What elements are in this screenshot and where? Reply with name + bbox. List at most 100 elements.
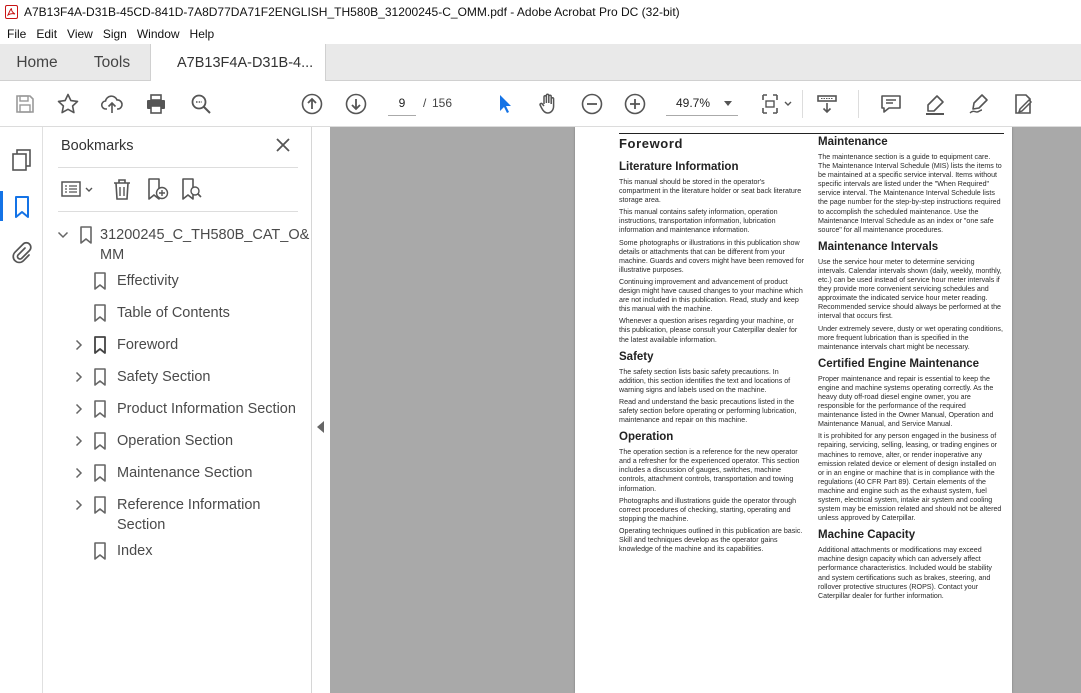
star-icon[interactable] [56,92,80,116]
bookmark-label: Maintenance Section [117,465,253,481]
section-heading: Safety [619,350,654,363]
collapse-arrow-icon [317,421,324,433]
bookmark-label: Reference Information [117,497,261,513]
chevron-right-icon[interactable] [73,371,85,383]
hand-tool-icon[interactable] [536,92,560,116]
page-down-icon[interactable] [344,92,368,116]
bookmark-item-product-information[interactable]: Product Information Section [43,397,312,425]
page-fit-icon[interactable] [760,92,794,116]
section-heading: Maintenance Intervals [818,240,939,253]
bookmark-label: Effectivity [117,273,179,289]
chevron-right-icon[interactable] [73,435,85,447]
navigation-rail [0,127,43,693]
page-rule [619,133,1004,134]
tab-bar: Home Tools A7B13F4A-D31B-4... [0,44,1081,82]
bookmark-label-line2: MM [100,247,125,263]
bookmark-item-reference-information[interactable]: Reference Information Section [43,493,312,539]
comment-icon[interactable] [879,92,903,116]
menu-view[interactable]: View [64,27,99,41]
chevron-right-icon[interactable] [73,499,85,511]
menu-sign[interactable]: Sign [100,27,133,41]
panel-collapse-handle[interactable] [312,127,330,693]
bookmarks-panel-icon[interactable] [9,194,35,220]
tab-document[interactable]: A7B13F4A-D31B-4... [150,44,326,82]
paragraph: Continuing improvement and advancement o… [619,277,803,314]
section-heading: Certified Engine Maintenance [818,357,980,370]
bookmark-item-maintenance-section[interactable]: Maintenance Section [43,461,312,489]
menu-help[interactable]: Help [187,27,221,41]
left-column: Foreword Literature Information This man… [619,136,805,557]
zoom-search-icon[interactable] [189,92,213,116]
paragraph: Some photographs or illustrations in thi… [619,238,804,274]
menu-edit[interactable]: Edit [33,27,63,41]
menu-bar: File Edit View Sign Window Help [0,24,1081,44]
document-viewer[interactable]: Foreword Literature Information This man… [330,127,1081,693]
page-title: Foreword [619,136,684,151]
paragraph: Operating techniques outlined in this pu… [619,526,803,554]
panel-divider [58,167,298,168]
paragraph: The safety section lists basic safety pr… [619,367,791,394]
chevron-right-icon[interactable] [73,403,85,415]
scroll-mode-icon[interactable] [815,92,839,116]
bookmark-label: Product Information Section [117,401,296,417]
bookmark-item-root[interactable]: 31200245_C_TH580B_CAT_O& MM [43,223,312,267]
bookmark-label: 31200245_C_TH580B_CAT_O& [100,227,310,243]
tab-home[interactable]: Home [0,44,74,81]
draw-sign-icon[interactable] [967,92,991,116]
toolbar-separator [802,90,803,118]
bookmarks-panel: Bookmarks 31200245_C_TH580B_CAT_O& MM Ef… [43,127,312,693]
section-heading: Machine Capacity [818,529,916,542]
close-icon[interactable] [275,137,291,153]
page-thumbnails-icon[interactable] [9,147,35,173]
section-heading: Operation [619,431,674,444]
chevron-right-icon[interactable] [73,467,85,479]
chevron-right-icon[interactable] [73,339,85,351]
bookmark-item-effectivity[interactable]: Effectivity [43,269,312,297]
bookmark-item-foreword[interactable]: Foreword [43,333,312,361]
share-upload-icon[interactable] [100,92,124,116]
bookmark-item-safety-section[interactable]: Safety Section [43,365,312,393]
paragraph: Use the service hour meter to determine … [818,257,1002,321]
panel-title: Bookmarks [61,138,134,154]
bookmark-icon [94,400,106,418]
zoom-out-icon[interactable] [580,92,604,116]
paragraph: It is prohibited for any person engaged … [818,432,1002,523]
paragraph: Photographs and illustrations guide the … [619,496,797,523]
paragraph: This manual contains safety information,… [619,208,778,235]
find-bookmark-icon[interactable] [179,176,203,202]
paragraph: The operation section is a reference for… [619,448,800,493]
toolbar: 9 / 156 49.7% [0,81,1081,127]
title-bar: A7B13F4A-D31B-45CD-841D-7A8D77DA71F2ENGL… [0,0,1081,24]
paragraph: Read and understand the basic precaution… [619,397,797,425]
bookmark-icon [94,304,106,322]
menu-window[interactable]: Window [134,27,186,41]
bookmark-item-index[interactable]: Index [43,539,312,567]
new-bookmark-icon[interactable] [145,176,169,202]
window-title: A7B13F4A-D31B-45CD-841D-7A8D77DA71F2ENGL… [24,5,680,19]
select-cursor-icon[interactable] [493,92,517,116]
chevron-down-icon[interactable] [57,229,69,241]
print-icon[interactable] [144,92,168,116]
delete-trash-icon[interactable] [110,176,134,202]
save-icon[interactable] [13,92,37,116]
bookmark-item-operation-section[interactable]: Operation Section [43,429,312,457]
menu-file[interactable]: File [4,27,32,41]
panel-divider [58,211,298,212]
bookmark-item-table-of-contents[interactable]: Table of Contents [43,301,312,329]
tab-tools[interactable]: Tools [74,44,150,81]
active-indicator [0,191,3,221]
zoom-in-icon[interactable] [623,92,647,116]
attachments-paperclip-icon[interactable] [9,240,35,266]
fill-sign-icon[interactable] [1011,92,1035,116]
pdf-page: Foreword Literature Information This man… [575,127,1012,693]
bookmark-label: Foreword [117,337,179,353]
options-menu-icon[interactable] [61,176,97,202]
right-column: Maintenance The maintenance section is a… [818,136,1004,604]
page-number-input[interactable]: 9 [388,92,416,116]
page-up-icon[interactable] [300,92,324,116]
bookmark-icon [80,226,92,244]
zoom-level-select[interactable]: 49.7% [666,92,738,116]
highlight-pen-icon[interactable] [923,92,947,116]
zoom-level-value: 49.7% [676,96,711,110]
bookmark-label: Operation Section [117,433,234,449]
